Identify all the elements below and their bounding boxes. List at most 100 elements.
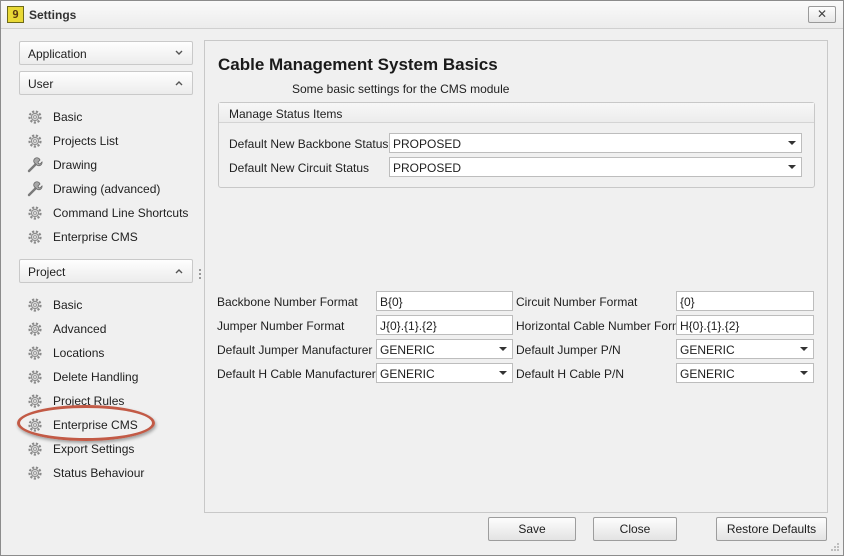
nav-item-label: Enterprise CMS	[53, 230, 138, 244]
circuit-number-format-label: Circuit Number Format	[516, 295, 638, 309]
default-h-cable-manufacturer-label: Default H Cable Manufacturer	[217, 367, 376, 381]
wrench-icon	[27, 181, 43, 197]
nav-item-label: Drawing	[53, 158, 98, 172]
chevron-up-icon	[175, 269, 183, 274]
backbone-number-format-input[interactable]: B{0}	[376, 291, 513, 311]
manage-status-items-group: Manage Status Items Default New Backbone…	[218, 102, 815, 188]
nav-item-label: Enterprise CMS	[53, 418, 138, 432]
default-jumper-manufacturer-dropdown[interactable]: GENERIC	[376, 339, 513, 359]
group-header: Manage Status Items	[219, 103, 814, 123]
nav-item-command-line-shortcuts[interactable]: Command Line Shortcuts	[25, 202, 191, 224]
splitter-handle[interactable]	[199, 269, 202, 283]
nav-item-user-enterprise-cms[interactable]: Enterprise CMS	[25, 226, 191, 248]
circuit-status-label: Default New Circuit Status	[229, 161, 370, 175]
backbone-number-format-label: Backbone Number Format	[217, 295, 358, 309]
dropdown-arrow-icon	[788, 165, 796, 169]
chevron-down-icon	[175, 50, 183, 55]
nav-group-user[interactable]: User	[19, 71, 193, 95]
chevron-up-icon	[175, 81, 183, 86]
close-button[interactable]: Close	[593, 517, 677, 541]
gear-icon	[28, 370, 42, 384]
default-jumper-pn-dropdown[interactable]: GENERIC	[676, 339, 814, 359]
gear-icon	[28, 206, 42, 220]
default-h-cable-pn-dropdown[interactable]: GENERIC	[676, 363, 814, 383]
gear-icon	[28, 298, 42, 312]
dropdown-arrow-icon	[800, 347, 808, 351]
input-value: J{0}.{1}.{2}	[380, 319, 437, 333]
nav-group-label: User	[28, 77, 54, 91]
nav-item-delete-handling[interactable]: Delete Handling	[25, 366, 191, 388]
resize-grip-icon[interactable]	[830, 542, 840, 552]
dropdown-value: GENERIC	[380, 367, 435, 381]
input-value: H{0}.{1}.{2}	[680, 319, 740, 333]
circuit-status-dropdown[interactable]: PROPOSED	[389, 157, 802, 177]
dropdown-value: PROPOSED	[393, 137, 462, 151]
dropdown-value: GENERIC	[380, 343, 435, 357]
nav-group-label: Application	[28, 47, 87, 61]
save-button[interactable]: Save	[488, 517, 576, 541]
nav-item-label: Advanced	[53, 322, 107, 336]
window-close-button[interactable]: ✕	[808, 6, 836, 23]
dropdown-arrow-icon	[800, 371, 808, 375]
nav-item-label: Delete Handling	[53, 370, 139, 384]
dropdown-value: GENERIC	[680, 343, 735, 357]
nav-item-drawing-advanced[interactable]: Drawing (advanced)	[25, 178, 191, 200]
page-title: Cable Management System Basics	[218, 55, 498, 74]
dropdown-arrow-icon	[788, 141, 796, 145]
default-jumper-pn-label: Default Jumper P/N	[516, 343, 621, 357]
dropdown-value: GENERIC	[680, 367, 735, 381]
nav-item-user-basic[interactable]: Basic	[25, 106, 191, 128]
nav-item-status-behaviour[interactable]: Status Behaviour	[25, 462, 191, 484]
nav-item-project-enterprise-cms[interactable]: Enterprise CMS	[25, 414, 191, 436]
nav-item-drawing[interactable]: Drawing	[25, 154, 191, 176]
nav-item-label: Command Line Shortcuts	[53, 206, 189, 220]
settings-navigation: Application User Basic Projects List Dra…	[19, 41, 193, 513]
gear-icon	[28, 134, 42, 148]
default-h-cable-manufacturer-dropdown[interactable]: GENERIC	[376, 363, 513, 383]
gear-icon	[28, 466, 42, 480]
nav-group-label: Project	[28, 265, 66, 279]
gear-icon	[28, 110, 42, 124]
gear-icon	[28, 394, 42, 408]
jumper-number-format-input[interactable]: J{0}.{1}.{2}	[376, 315, 513, 335]
wrench-icon	[27, 157, 43, 173]
settings-window: 9 Settings ✕ Application User Basic Proj…	[0, 0, 844, 556]
gear-icon	[28, 322, 42, 336]
nav-item-export-settings[interactable]: Export Settings	[25, 438, 191, 460]
title-bar[interactable]: 9 Settings ✕	[1, 1, 843, 29]
nav-group-application[interactable]: Application	[19, 41, 193, 65]
nav-item-project-basic[interactable]: Basic	[25, 294, 191, 316]
app-logo-icon: 9	[7, 6, 24, 23]
dropdown-arrow-icon	[499, 347, 507, 351]
backbone-status-label: Default New Backbone Status	[229, 137, 389, 151]
jumper-number-format-label: Jumper Number Format	[217, 319, 345, 333]
nav-item-advanced[interactable]: Advanced	[25, 318, 191, 340]
nav-item-label: Status Behaviour	[53, 466, 145, 480]
nav-item-label: Export Settings	[53, 442, 135, 456]
nav-item-project-rules[interactable]: Project Rules	[25, 390, 191, 412]
gear-icon	[28, 442, 42, 456]
nav-item-label: Basic	[53, 298, 83, 312]
settings-content-panel: Cable Management System Basics Some basi…	[204, 40, 828, 513]
nav-group-project[interactable]: Project	[19, 259, 193, 283]
horizontal-cable-number-format-input[interactable]: H{0}.{1}.{2}	[676, 315, 814, 335]
circuit-number-format-input[interactable]: {0}	[676, 291, 814, 311]
group-title: Manage Status Items	[229, 107, 343, 121]
horizontal-cable-number-format-label: Horizontal Cable Number Format	[516, 319, 693, 333]
restore-defaults-button[interactable]: Restore Defaults	[716, 517, 827, 541]
nav-item-label: Basic	[53, 110, 83, 124]
window-title: Settings	[29, 8, 77, 22]
gear-icon	[28, 346, 42, 360]
dropdown-value: PROPOSED	[393, 161, 462, 175]
backbone-status-dropdown[interactable]: PROPOSED	[389, 133, 802, 153]
default-jumper-manufacturer-label: Default Jumper Manufacturer	[217, 343, 373, 357]
nav-item-label: Drawing (advanced)	[53, 182, 161, 196]
nav-item-label: Locations	[53, 346, 105, 360]
page-subtitle: Some basic settings for the CMS module	[292, 82, 510, 96]
input-value: {0}	[680, 295, 695, 309]
nav-item-label: Projects List	[53, 134, 119, 148]
input-value: B{0}	[380, 295, 403, 309]
nav-item-locations[interactable]: Locations	[25, 342, 191, 364]
nav-item-projects-list[interactable]: Projects List	[25, 130, 191, 152]
default-h-cable-pn-label: Default H Cable P/N	[516, 367, 625, 381]
